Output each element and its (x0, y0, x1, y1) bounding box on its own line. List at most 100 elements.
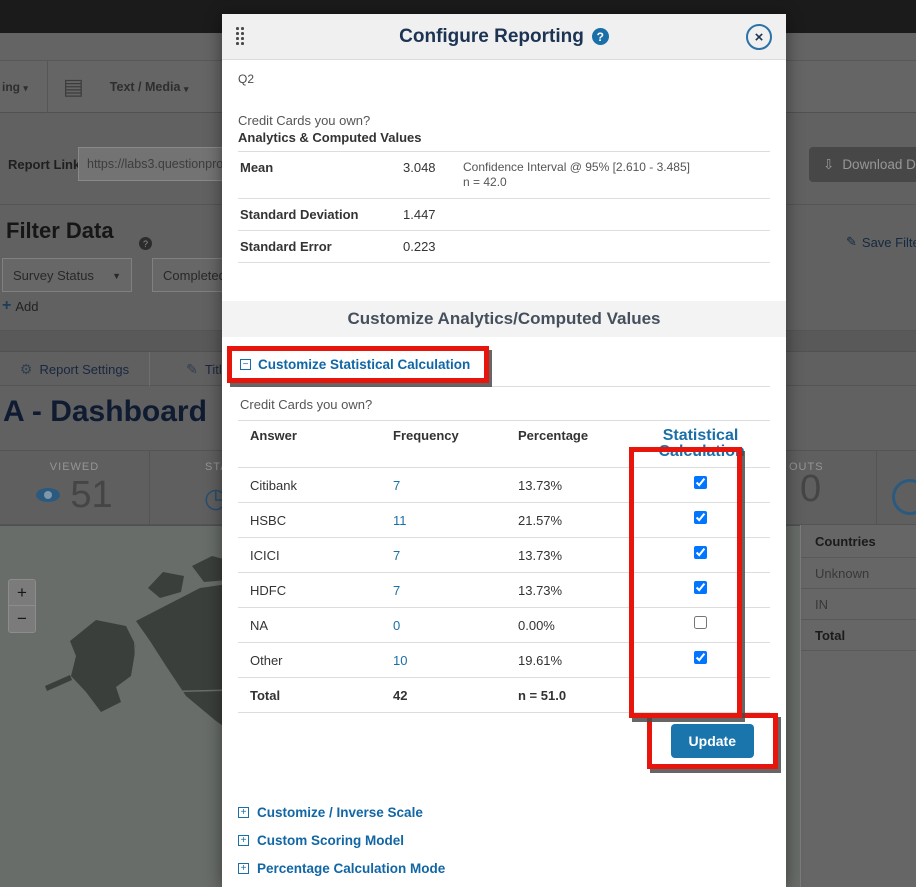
chevron-down-icon: ▾ (184, 84, 189, 94)
analytics-table: Mean 3.048 Confidence Interval @ 95% [2.… (238, 151, 770, 263)
toolbar-item-clipped[interactable]: ing ▾ (0, 61, 48, 113)
stat-value: 3.048 (403, 160, 463, 175)
expand-link-inverse-scale[interactable]: + Customize / Inverse Scale (238, 805, 770, 820)
stat-calc-checkbox[interactable] (694, 651, 707, 664)
status-value-label: Completed (163, 268, 226, 283)
answer-cell: Other (238, 653, 393, 668)
save-filter-button[interactable]: ✎ Save Filter (846, 234, 916, 250)
stat-label: Standard Error (240, 239, 403, 254)
frequency-link[interactable]: 0 (393, 618, 400, 633)
analytics-row-mean: Mean 3.048 Confidence Interval @ 95% [2.… (238, 152, 770, 199)
add-filter-button[interactable]: + Add (2, 297, 38, 315)
col-header-answer: Answer (238, 428, 393, 443)
percentage-cell: 21.57% (518, 513, 643, 528)
answer-cell: NA (238, 618, 393, 633)
stat-value: 1.447 (403, 207, 463, 222)
help-icon[interactable]: ? (139, 237, 152, 250)
update-button[interactable]: Update (671, 724, 754, 758)
percentage-cell: 13.73% (518, 583, 643, 598)
col-header-frequency: Frequency (393, 428, 518, 443)
download-icon: ⇩ (823, 157, 834, 173)
chevron-down-icon: ▾ (23, 83, 28, 94)
table-row: HSBC 11 21.57% (238, 503, 770, 538)
answer-cell: HSBC (238, 513, 393, 528)
analytics-row-stddev: Standard Deviation 1.447 (238, 199, 770, 231)
customize-section-heading: Customize Analytics/Computed Values (222, 301, 786, 337)
report-link-label: Report Link (8, 157, 80, 172)
dropouts-value: 0 (800, 468, 821, 511)
toolbar-item-label: Text / Media ▾ (110, 80, 189, 94)
viewed-label: VIEWED (0, 461, 149, 473)
table-total-row: Total 42 n = 51.0 (238, 678, 770, 713)
map-zoom-out-button[interactable]: − (8, 606, 36, 633)
stat-calc-checkbox[interactable] (694, 581, 707, 594)
pencil-icon: ✎ (846, 234, 857, 250)
total-frequency: 42 (393, 688, 518, 703)
answers-table-header: Answer Frequency Percentage Statistical … (238, 421, 770, 468)
expand-link-label: Custom Scoring Model (257, 833, 404, 848)
stat-calc-checkbox[interactable] (694, 546, 707, 559)
viewed-value: 51 (70, 475, 112, 515)
stat-card-divider (876, 450, 877, 525)
frequency-link[interactable]: 10 (393, 653, 407, 668)
col-header-percentage: Percentage (518, 428, 643, 443)
table-row: Citibank 7 13.73% (238, 468, 770, 503)
question-text: Credit Cards you own? (238, 113, 770, 128)
question-text: Credit Cards you own? (240, 397, 770, 412)
analytics-row-stderr: Standard Error 0.223 (238, 231, 770, 263)
divider (238, 386, 770, 387)
collapse-icon[interactable]: − (240, 359, 251, 370)
answer-cell: HDFC (238, 583, 393, 598)
plus-icon: + (2, 297, 11, 315)
country-row: IN (801, 589, 916, 620)
percentage-cell: 19.61% (518, 653, 643, 668)
tab-report-settings[interactable]: ⚙ Report Settings (0, 352, 150, 386)
analytics-heading: Analytics & Computed Values (238, 130, 770, 145)
survey-status-dropdown[interactable]: Survey Status ▼ (2, 258, 132, 292)
modal-header: Configure Reporting ? × (222, 14, 786, 60)
expand-link-label: Percentage Calculation Mode (257, 861, 445, 876)
country-row: Unknown (801, 558, 916, 589)
help-icon[interactable]: ? (592, 28, 609, 45)
configure-reporting-modal: Configure Reporting ? × Q2 Credit Cards … (222, 14, 786, 887)
answer-cell: ICICI (238, 548, 393, 563)
eye-icon (36, 488, 60, 502)
customize-stat-calc-link[interactable]: Customize Statistical Calculation (258, 357, 470, 372)
download-data-label: Download Data (842, 157, 916, 172)
pencil-icon: ✎ (186, 361, 198, 378)
percentage-cell: 0.00% (518, 618, 643, 633)
chevron-down-icon: ▼ (112, 271, 121, 281)
stat-label: Standard Deviation (240, 207, 403, 222)
map-zoom-in-button[interactable]: + (8, 579, 36, 606)
expand-icon: + (238, 835, 249, 846)
expand-link-scoring-model[interactable]: + Custom Scoring Model (238, 833, 770, 848)
tab-label: Report Settings (39, 362, 129, 377)
percentage-cell: 13.73% (518, 478, 643, 493)
stat-calc-checkbox[interactable] (694, 511, 707, 524)
table-row: ICICI 7 13.73% (238, 538, 770, 573)
answer-cell: Citibank (238, 478, 393, 493)
annotation-box-stat-calc-link: − Customize Statistical Calculation (227, 346, 489, 383)
close-icon[interactable]: × (746, 24, 772, 50)
stat-calc-checkbox[interactable] (694, 476, 707, 489)
total-n-value: n = 51.0 (518, 688, 643, 703)
countries-header: Countries (801, 525, 916, 558)
table-row: HDFC 7 13.73% (238, 573, 770, 608)
drag-handle-icon[interactable] (236, 27, 246, 47)
frequency-link[interactable]: 7 (393, 583, 400, 598)
expand-link-label: Customize / Inverse Scale (257, 805, 423, 820)
total-label: Total (238, 688, 393, 703)
question-code: Q2 (238, 72, 770, 86)
download-data-button[interactable]: ⇩ Download Data (809, 147, 916, 182)
stat-calc-checkbox[interactable] (694, 616, 707, 629)
report-link-input[interactable] (78, 147, 236, 181)
countries-panel: Countries Unknown IN Total (800, 525, 916, 887)
col-header-stat-calc: Statistical Calculation (659, 428, 743, 460)
frequency-link[interactable]: 7 (393, 478, 400, 493)
frequency-link[interactable]: 7 (393, 548, 400, 563)
expand-icon: + (238, 863, 249, 874)
frequency-link[interactable]: 11 (393, 513, 407, 528)
expand-link-percentage-mode[interactable]: + Percentage Calculation Mode (238, 861, 770, 876)
survey-status-label: Survey Status (13, 268, 94, 283)
gear-icon: ⚙ (20, 361, 33, 378)
